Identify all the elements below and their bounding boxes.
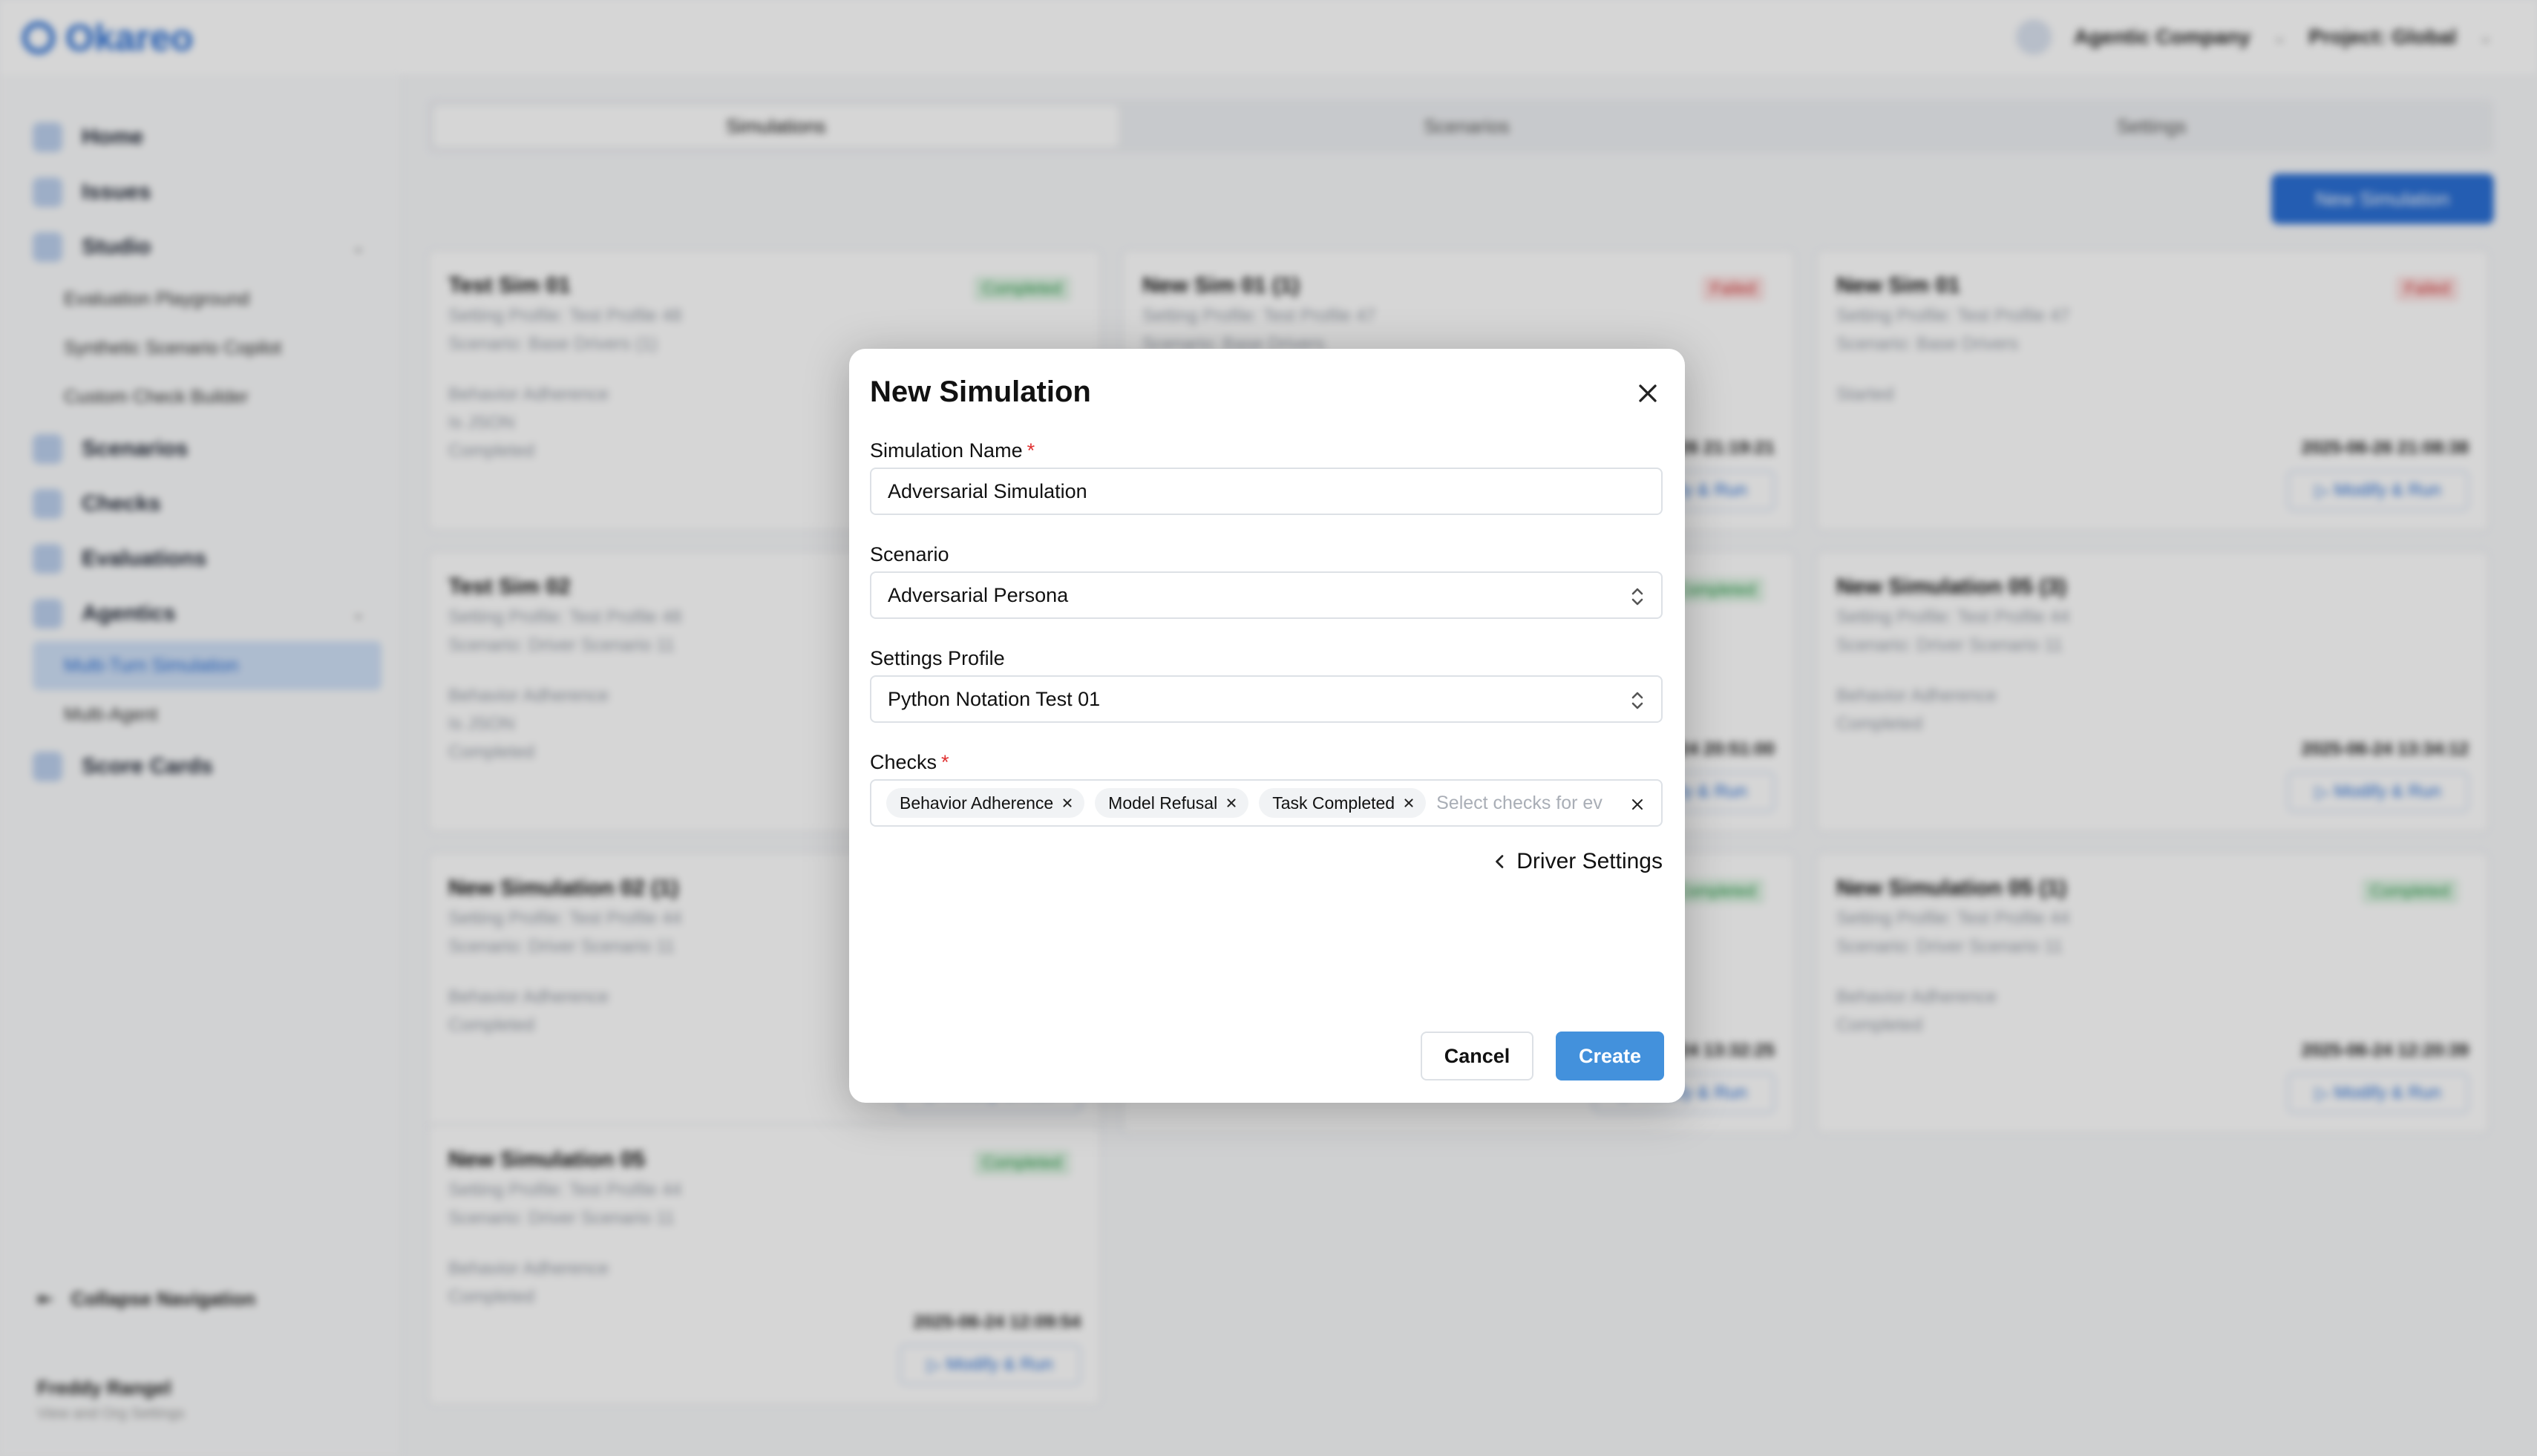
check-tag: Task Completed: [1259, 788, 1427, 818]
settings-profile-select[interactable]: Python Notation Test 01: [870, 675, 1663, 723]
check-tag: Model Refusal: [1095, 788, 1249, 818]
new-simulation-modal: New Simulation Simulation Name* Scenario…: [849, 349, 1685, 1103]
simulation-name-input[interactable]: [870, 468, 1663, 515]
check-tag-label: Model Refusal: [1108, 793, 1218, 813]
create-button[interactable]: Create: [1556, 1032, 1664, 1080]
settings-profile-value: Python Notation Test 01: [888, 687, 1101, 710]
checks-search-placeholder[interactable]: Select checks for ev: [1436, 793, 1614, 814]
checks-label: Checks *: [870, 751, 949, 774]
close-icon[interactable]: [1633, 378, 1663, 408]
settings-profile-label: Settings Profile: [870, 647, 1005, 669]
select-arrows-icon: [1631, 588, 1643, 606]
scenario-value: Adversarial Persona: [888, 583, 1069, 606]
cancel-button[interactable]: Cancel: [1421, 1032, 1533, 1080]
label-text: Simulation Name: [870, 439, 1023, 462]
label-text: Checks: [870, 751, 937, 773]
required-mark: *: [941, 751, 949, 773]
remove-tag-icon[interactable]: [1223, 795, 1240, 811]
check-tag: Behavior Adherence: [886, 788, 1085, 818]
modal-title: New Simulation: [870, 376, 1091, 408]
required-mark: *: [1027, 439, 1035, 462]
remove-tag-icon[interactable]: [1401, 795, 1417, 811]
driver-settings-label: Driver Settings: [1516, 849, 1663, 873]
chevron-left-icon: [1496, 855, 1504, 868]
driver-settings-toggle[interactable]: Driver Settings: [1494, 849, 1663, 874]
clear-all-icon[interactable]: [1628, 796, 1646, 813]
checks-multiselect[interactable]: Behavior Adherence Model Refusal Task Co…: [870, 779, 1663, 827]
remove-tag-icon[interactable]: [1059, 795, 1076, 811]
check-tag-label: Task Completed: [1272, 793, 1395, 813]
select-arrows-icon: [1631, 692, 1643, 709]
scenario-select[interactable]: Adversarial Persona: [870, 571, 1663, 619]
check-tag-label: Behavior Adherence: [900, 793, 1054, 813]
scenario-label: Scenario: [870, 543, 949, 565]
simulation-name-label: Simulation Name *: [870, 439, 1035, 462]
